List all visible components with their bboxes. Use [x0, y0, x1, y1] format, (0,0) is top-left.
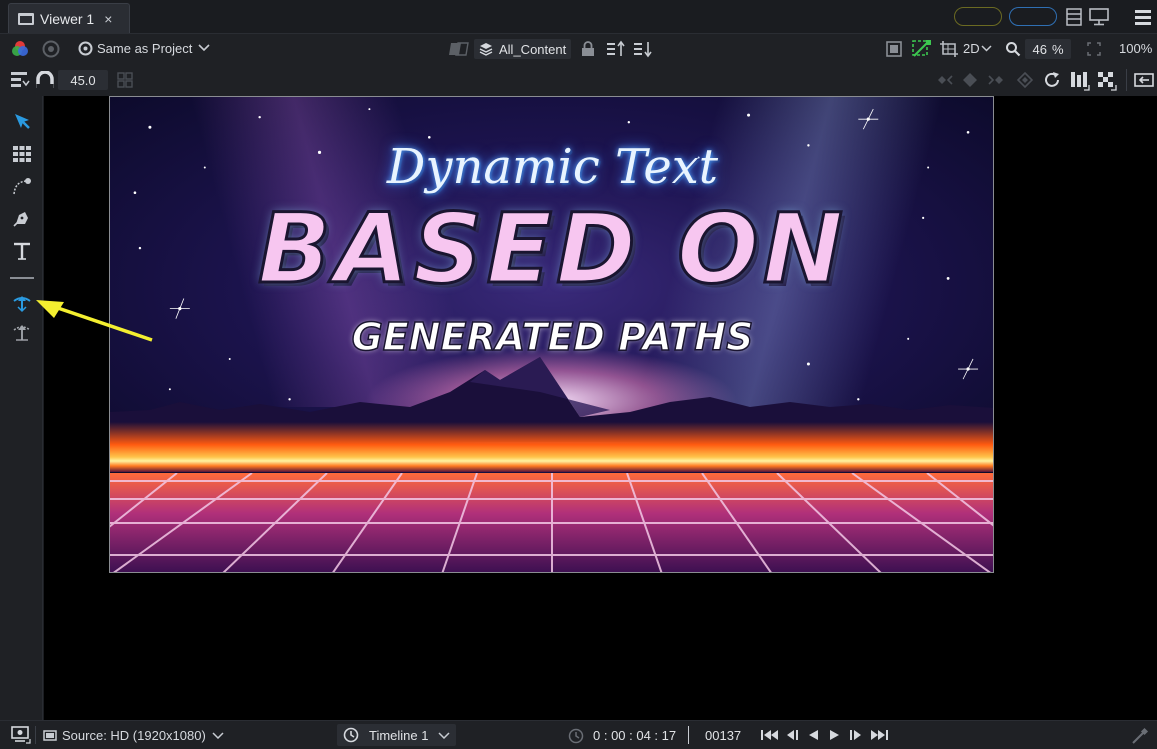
- toolbar-divider: [1126, 69, 1127, 91]
- source-select[interactable]: Source: HD (1920x1080): [62, 728, 206, 743]
- arrow-cursor-icon[interactable]: [12, 111, 32, 131]
- zoom-icon[interactable]: [1005, 41, 1021, 57]
- composition-frame: Dynamic Text BASED ON GENERATED PATHS: [109, 96, 994, 573]
- zoom-unit: %: [1051, 41, 1064, 57]
- grid-snap-icon[interactable]: [116, 71, 134, 89]
- viewer-canvas[interactable]: Dynamic Text BASED ON GENERATED PATHS: [44, 96, 1157, 720]
- color-mode-select[interactable]: Same as Project: [97, 41, 192, 56]
- pen-icon[interactable]: [12, 208, 32, 228]
- tagline-headline: GENERATED PATHS: [351, 314, 754, 360]
- collapse-panel-icon[interactable]: [1134, 73, 1154, 87]
- layers-icon: [479, 43, 493, 56]
- color-picker-icon[interactable]: [1131, 727, 1149, 745]
- sort-up-icon[interactable]: [606, 40, 626, 58]
- chevron-down-icon[interactable]: [198, 43, 210, 53]
- horizon-glow: [110, 422, 993, 472]
- viewer-toolbar-top: Same as Project All_Content 2D 46 % 100%: [0, 34, 1157, 64]
- go-to-end-icon[interactable]: [869, 728, 889, 742]
- snap-angle-value: 45.0: [70, 72, 96, 88]
- keyframe-mode-icon[interactable]: [1016, 72, 1034, 88]
- main-headline: BASED ON: [110, 192, 993, 307]
- color-space-icon[interactable]: [78, 41, 93, 56]
- layer-filter-label: All_Content: [499, 41, 567, 57]
- layout-toggle-olive[interactable]: [954, 7, 1002, 26]
- color-channels-icon[interactable]: [10, 39, 30, 59]
- next-keyframe-icon[interactable]: [987, 73, 1005, 87]
- transform-anchor-icon[interactable]: [12, 322, 32, 342]
- grid-lines: [110, 473, 993, 572]
- tool-palette: [0, 96, 43, 720]
- layer-filter-field[interactable]: All_Content: [474, 39, 571, 59]
- motion-path-icon[interactable]: [911, 39, 933, 59]
- align-menu-icon[interactable]: [10, 71, 30, 89]
- fit-frame-icon[interactable]: [1086, 41, 1102, 57]
- timecode-divider: [688, 726, 689, 744]
- viewer-toolbar-bottom: 45.0: [0, 64, 1157, 96]
- script-headline: Dynamic Text: [386, 139, 719, 195]
- annotation-arrow: [36, 300, 153, 342]
- refresh-icon[interactable]: [1043, 71, 1061, 89]
- grid-icon[interactable]: [12, 144, 32, 164]
- timecode-display[interactable]: 0 : 00 : 04 : 17: [593, 728, 676, 743]
- go-to-start-icon[interactable]: [760, 728, 780, 742]
- layout-toggle-blue[interactable]: [1009, 7, 1057, 26]
- safe-area-icon[interactable]: [886, 40, 902, 58]
- snap-angle-field[interactable]: 45.0: [58, 70, 108, 90]
- play-icon[interactable]: [828, 728, 842, 742]
- fit-value[interactable]: 100%: [1119, 41, 1152, 56]
- snap-magnet-icon[interactable]: [35, 71, 55, 89]
- layer-visibility-icon[interactable]: [449, 40, 469, 58]
- timeline-label: Timeline 1: [369, 727, 429, 743]
- viewer-statusbar: Source: HD (1920x1080) Timeline 1 0 : 00…: [0, 720, 1157, 749]
- close-tab-icon[interactable]: ×: [104, 11, 112, 27]
- time-icon: [567, 727, 585, 745]
- zoom-value: 46: [1032, 41, 1047, 57]
- view-mode-chevron-icon[interactable]: [981, 44, 992, 52]
- channel-mixer-icon[interactable]: [1070, 71, 1090, 91]
- add-keyframe-icon[interactable]: [962, 72, 978, 88]
- view-mode-select[interactable]: 2D: [963, 41, 980, 56]
- source-icon: [43, 729, 57, 741]
- clock-icon: [343, 727, 359, 743]
- zoom-field[interactable]: 46 %: [1025, 39, 1071, 59]
- lock-icon[interactable]: [580, 40, 596, 58]
- step-forward-icon[interactable]: [848, 728, 864, 742]
- source-chevron-icon[interactable]: [212, 731, 224, 739]
- text-tool-icon[interactable]: [11, 240, 33, 262]
- tool-divider: [10, 277, 34, 279]
- crop-grid-icon[interactable]: [939, 40, 959, 58]
- hamburger-menu-icon[interactable]: [1134, 8, 1152, 26]
- step-back-icon[interactable]: [784, 728, 800, 742]
- viewer-tab[interactable]: Viewer 1 ×: [8, 3, 130, 33]
- play-reverse-icon[interactable]: [806, 728, 820, 742]
- monitor-icon[interactable]: [1089, 8, 1109, 26]
- display-settings-icon[interactable]: [11, 726, 31, 744]
- statusbar-divider: [35, 726, 36, 744]
- transparency-grid-icon[interactable]: [1097, 71, 1117, 91]
- freehand-path-icon[interactable]: [12, 176, 32, 196]
- sort-down-icon[interactable]: [633, 40, 653, 58]
- aperture-icon[interactable]: [41, 39, 61, 59]
- viewer-window-icon: [18, 12, 34, 25]
- tab-bar: Viewer 1 ×: [0, 0, 1157, 34]
- timeline-select[interactable]: Timeline 1: [337, 724, 456, 746]
- viewer-tab-title: Viewer 1: [40, 10, 95, 27]
- generate-path-icon[interactable]: [12, 293, 32, 313]
- panel-layout-icon[interactable]: [1066, 8, 1082, 26]
- frame-number[interactable]: 00137: [705, 728, 741, 743]
- prev-keyframe-icon[interactable]: [936, 73, 954, 87]
- timeline-chevron-icon: [438, 731, 451, 739]
